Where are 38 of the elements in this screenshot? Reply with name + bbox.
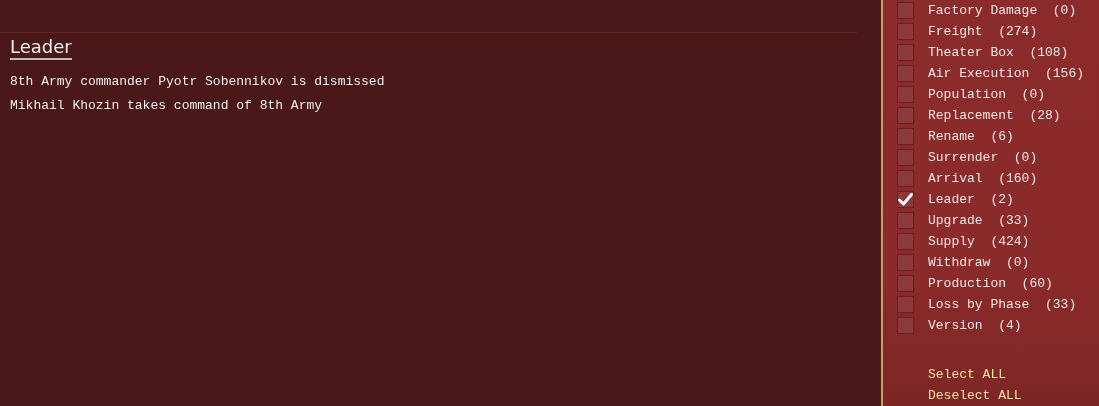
filter-label: Arrival (160) (928, 169, 1038, 188)
checkbox[interactable] (897, 296, 914, 313)
filter-label: Loss by Phase (33) (928, 295, 1077, 314)
checkbox[interactable] (897, 317, 914, 334)
filter-label: Supply (424) (928, 232, 1030, 251)
checkbox[interactable] (897, 65, 914, 82)
action-link[interactable]: Deselect ALL (928, 385, 1022, 406)
checkbox[interactable] (897, 86, 914, 103)
filter-label: Freight (274) (928, 22, 1038, 41)
section-heading: Leader (10, 36, 72, 60)
checkbox[interactable] (897, 149, 914, 166)
filter-label: Production (60) (928, 274, 1053, 293)
filter-label: Upgrade (33) (928, 211, 1030, 230)
checkbox[interactable] (897, 170, 914, 187)
filter-label: Surrender (0) (928, 148, 1038, 167)
filter-label: Factory Damage (0) (928, 1, 1077, 20)
checkbox[interactable] (897, 275, 914, 292)
filter-label: Air Execution (156) (928, 64, 1085, 83)
report-line: 8th Army commander Pyotr Sobennikov is dismissed (10, 74, 385, 89)
filter-label: Theater Box (108) (928, 43, 1069, 62)
filter-label: Population (0) (928, 85, 1046, 104)
report-line: Mikhail Khozin takes command of 8th Army (10, 98, 323, 113)
checkbox[interactable] (897, 128, 914, 145)
filter-label: Leader (2) (928, 190, 1014, 209)
checkbox[interactable] (897, 233, 914, 250)
filter-label: Version (4) (928, 316, 1022, 335)
check-icon (898, 193, 913, 206)
checkbox[interactable] (897, 107, 914, 124)
checkbox[interactable] (897, 191, 914, 208)
checkbox[interactable] (897, 212, 914, 229)
checkbox[interactable] (897, 23, 914, 40)
filter-label: Withdraw (0) (928, 253, 1030, 272)
checkbox[interactable] (897, 254, 914, 271)
filter-label: Replacement (28) (928, 106, 1061, 125)
action-link[interactable]: Select ALL (928, 364, 1006, 385)
filter-label: Rename (6) (928, 127, 1014, 146)
checkbox[interactable] (897, 44, 914, 61)
checkbox[interactable] (897, 2, 914, 19)
